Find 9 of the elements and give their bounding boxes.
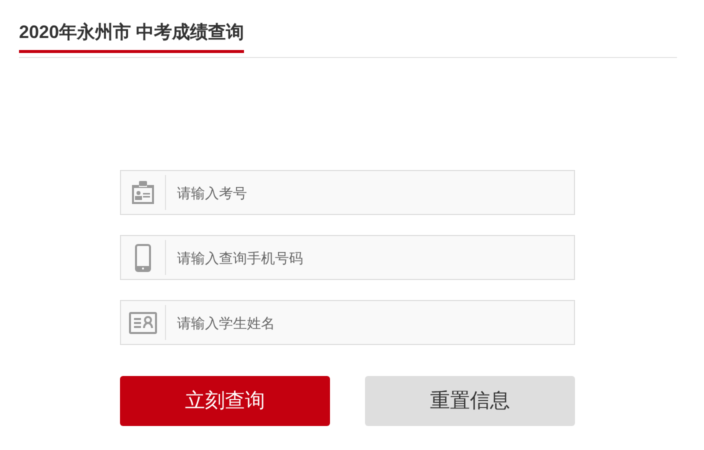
input-field[interactable]: 请输入查询手机号码 — [120, 235, 575, 280]
badge-icon — [130, 180, 156, 206]
page-title: 2020年永州市 中考成绩查询 — [19, 20, 244, 53]
input-field[interactable]: 请输入学生姓名 — [120, 300, 575, 345]
search-button[interactable]: 立刻查询 — [120, 376, 330, 426]
reset-button[interactable]: 重置信息 — [365, 376, 575, 426]
id-card-icon — [129, 312, 157, 334]
input-field[interactable]: 请输入考号 — [120, 170, 575, 215]
phone-icon — [135, 244, 151, 272]
